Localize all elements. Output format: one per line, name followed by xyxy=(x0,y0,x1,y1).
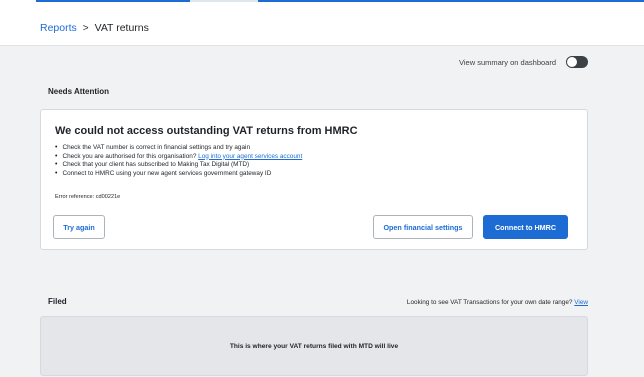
list-item: • Check that your client has subscribed … xyxy=(55,161,302,170)
dashboard-toggle-label: View summary on dashboard xyxy=(459,57,556,67)
hmrc-error-card: We could not access outstanding VAT retu… xyxy=(40,109,588,250)
list-item-text: Check the VAT number is correct in finan… xyxy=(62,144,251,151)
breadcrumb-separator: > xyxy=(82,22,89,34)
filed-heading: Filed xyxy=(48,297,67,306)
list-item-text: Check you are authorised for this organi… xyxy=(62,153,302,162)
error-reference: Error reference: cd00221e xyxy=(55,194,121,200)
top-accent-line xyxy=(258,0,644,2)
list-item-text-prefix: Check you are authorised for this organi… xyxy=(62,152,199,160)
breadcrumb: Reports > VAT returns xyxy=(40,22,149,34)
list-item: • Connect to HMRC using your new agent s… xyxy=(55,170,302,179)
view-transactions-link[interactable]: View xyxy=(574,299,588,306)
needs-attention-heading: Needs Attention xyxy=(48,87,110,96)
bullet-icon: • xyxy=(55,161,58,169)
error-checklist: • Check the VAT number is correct in fin… xyxy=(55,144,302,178)
list-item: • Check the VAT number is correct in fin… xyxy=(55,144,302,153)
breadcrumb-reports-link[interactable]: Reports xyxy=(40,22,77,34)
open-financial-settings-button[interactable]: Open financial settings xyxy=(373,215,473,239)
filed-empty-message: This is where your VAT returns filed wit… xyxy=(229,343,399,350)
agent-services-login-link[interactable]: Log into your agent services account xyxy=(198,153,302,160)
top-bar: Reports > VAT returns xyxy=(0,0,644,46)
breadcrumb-current: VAT returns xyxy=(94,22,149,34)
dashboard-toggle-row: View summary on dashboard xyxy=(459,56,588,68)
bullet-icon: • xyxy=(55,152,58,160)
bullet-icon: • xyxy=(55,144,58,151)
top-accent-line xyxy=(36,0,190,2)
connect-to-hmrc-button[interactable]: Connect to HMRC xyxy=(483,215,568,239)
error-title: We could not access outstanding VAT retu… xyxy=(55,125,358,137)
toggle-switch-icon[interactable] xyxy=(566,56,588,68)
try-again-button[interactable]: Try again xyxy=(53,215,105,239)
list-item-text: Check that your client has subscribed to… xyxy=(62,161,250,169)
filed-date-range-note: Looking to see VAT Transactions for your… xyxy=(407,299,588,306)
toggle-knob xyxy=(567,57,577,67)
top-accent-gap xyxy=(190,0,258,2)
filed-returns-panel: This is where your VAT returns filed wit… xyxy=(40,316,588,376)
list-item-text: Connect to HMRC using your new agent ser… xyxy=(62,169,272,177)
bullet-icon: • xyxy=(55,169,58,177)
filed-note-text: Looking to see VAT Transactions for your… xyxy=(406,299,575,306)
list-item: • Check you are authorised for this orga… xyxy=(55,153,302,162)
